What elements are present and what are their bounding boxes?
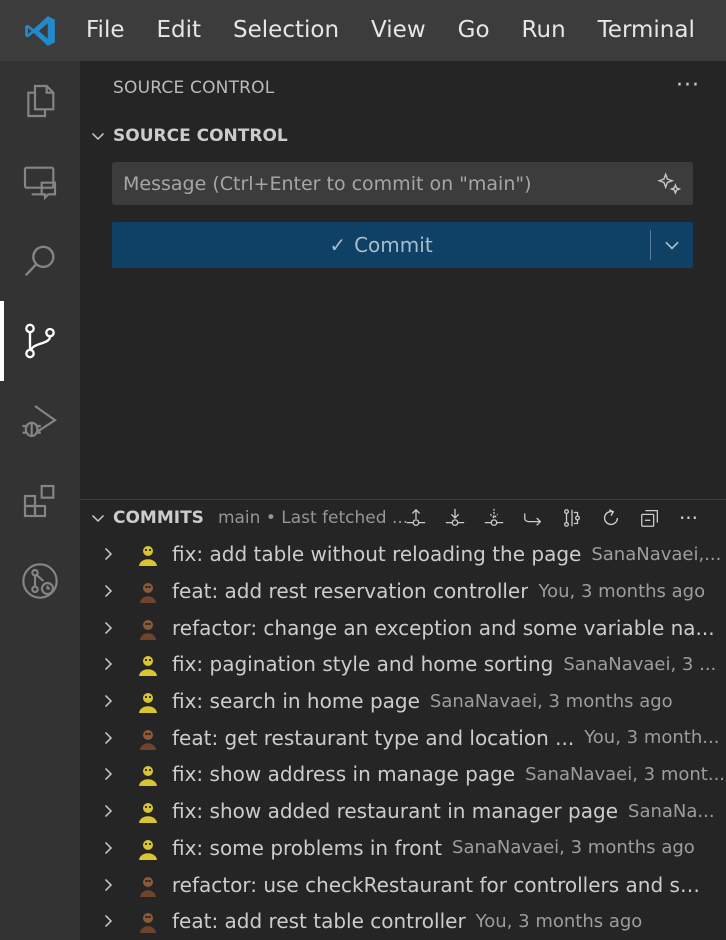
chevron-down-icon — [80, 510, 113, 526]
source-control-icon[interactable] — [0, 301, 80, 381]
run-debug-icon[interactable] — [0, 381, 80, 461]
chevron-right-icon[interactable] — [100, 766, 124, 782]
collapse-all-icon[interactable] — [630, 500, 669, 536]
commit-message: feat: get restaurant type and location .… — [172, 725, 575, 750]
more-actions-icon[interactable]: ··· — [669, 500, 708, 536]
chevron-right-icon[interactable] — [100, 840, 124, 856]
commit-message: fix: add table without reloading the pag… — [172, 542, 582, 567]
avatar — [136, 836, 160, 860]
commit-message: feat: add rest reservation controller — [172, 579, 529, 604]
avatar — [136, 616, 160, 640]
list-item[interactable]: fix: show added restaurant in manager pa… — [80, 793, 726, 830]
compare-branch-icon[interactable] — [552, 500, 591, 536]
commit-message: fix: search in home page — [172, 689, 420, 714]
chevron-right-icon[interactable] — [100, 583, 124, 599]
avatar — [136, 873, 160, 897]
scm-section-title: SOURCE CONTROL — [113, 126, 288, 146]
panel-title: SOURCE CONTROL — [113, 78, 275, 98]
list-item[interactable]: fix: search in home page SanaNavaei, 3 m… — [80, 683, 726, 720]
commit-message: refactor: change an exception and some v… — [172, 615, 715, 640]
chevron-down-icon — [80, 128, 113, 144]
commits-section-header[interactable]: COMMITS main • Last fetched ... ··· — [80, 500, 726, 536]
commit-message: fix: show address in manage page — [172, 762, 516, 787]
chevron-right-icon[interactable] — [100, 913, 124, 929]
commit-meta: SanaNavaei, 3 months ago — [452, 837, 695, 859]
commit-message-input[interactable] — [123, 172, 643, 195]
sparkle-icon[interactable] — [657, 171, 683, 201]
commits-section-description: main • Last fetched ... — [217, 508, 409, 528]
scm-section-header[interactable]: SOURCE CONTROL — [80, 118, 726, 154]
chevron-right-icon[interactable] — [100, 693, 124, 709]
commits-toolbar: ··· — [396, 500, 708, 536]
commit-meta: SanaNavaei, 3 mont... — [525, 763, 726, 785]
menu-go[interactable]: Go — [442, 0, 506, 61]
source-control-sidebar: SOURCE CONTROL ··· SOURCE CONTROL ✓ Comm… — [80, 61, 726, 940]
sync-forward-icon[interactable] — [513, 500, 552, 536]
chevron-down-icon — [665, 241, 679, 250]
commit-button[interactable]: ✓ Commit — [112, 222, 693, 268]
avatar — [136, 652, 160, 677]
commit-list: fix: add table without reloading the pag… — [80, 536, 726, 940]
list-item[interactable]: fix: add table without reloading the pag… — [80, 536, 726, 573]
push-icon[interactable] — [396, 500, 435, 536]
commit-message: refactor: use checkRestaurant for contro… — [171, 872, 716, 897]
commit-message-box[interactable] — [112, 162, 693, 205]
commit-meta: You, 3 months ago — [538, 580, 706, 602]
commit-meta: You, 3 month... — [584, 727, 720, 749]
list-item[interactable]: fix: pagination style and home sorting S… — [80, 646, 726, 683]
explorer-icon[interactable] — [0, 61, 80, 141]
avatar — [136, 799, 160, 824]
list-item[interactable]: fix: some problems in front SanaNavaei, … — [80, 830, 726, 867]
avatar — [136, 542, 160, 567]
commit-button-label: Commit — [354, 233, 433, 257]
commit-meta: You, 3 months ago — [475, 910, 643, 932]
chevron-right-icon[interactable] — [100, 803, 124, 819]
avatar — [136, 762, 160, 787]
check-icon: ✓ — [329, 233, 347, 257]
git-history-icon[interactable] — [0, 541, 80, 621]
menu-file[interactable]: File — [80, 0, 141, 61]
remote-explorer-icon[interactable] — [0, 141, 80, 221]
fetch-icon[interactable] — [474, 500, 513, 536]
commit-meta: SanaNavaei, 3 months ago — [429, 690, 673, 712]
avatar — [136, 689, 160, 714]
menu-view[interactable]: View — [355, 0, 442, 61]
commit-message: feat: add rest table controller — [172, 909, 466, 934]
list-item[interactable]: fix: show address in manage page SanaNav… — [80, 756, 726, 793]
menu-edit[interactable]: Edit — [141, 0, 218, 61]
search-icon[interactable] — [0, 221, 80, 301]
menu-terminal[interactable]: Terminal — [582, 0, 711, 61]
list-item[interactable]: feat: add rest table controller You, 3 m… — [80, 903, 726, 940]
avatar — [136, 909, 160, 934]
list-item[interactable]: feat: add rest reservation controller Yo… — [80, 573, 726, 610]
chevron-right-icon[interactable] — [100, 656, 124, 672]
menu-selection[interactable]: Selection — [217, 0, 355, 61]
extensions-icon[interactable] — [0, 461, 80, 541]
more-actions-icon[interactable]: ··· — [676, 73, 700, 98]
commit-message: fix: show added restaurant in manager pa… — [172, 799, 619, 824]
list-item[interactable]: refactor: use checkRestaurant for contro… — [80, 866, 726, 903]
list-item[interactable]: feat: get restaurant type and location .… — [80, 719, 726, 756]
vscode-logo-icon — [0, 0, 80, 61]
pull-icon[interactable] — [435, 500, 474, 536]
commit-meta: SanaNavaei, 3 ... — [563, 653, 717, 675]
title-bar: File Edit Selection View Go Run Terminal — [0, 0, 726, 61]
list-item[interactable]: refactor: change an exception and some v… — [80, 609, 726, 646]
commit-message: fix: pagination style and home sorting — [172, 652, 554, 677]
menu-run[interactable]: Run — [506, 0, 582, 61]
avatar — [136, 726, 160, 750]
commits-section-title: COMMITS — [113, 508, 204, 528]
chevron-right-icon[interactable] — [100, 877, 124, 893]
avatar — [136, 579, 160, 604]
refresh-icon[interactable] — [591, 500, 630, 536]
commit-dropdown-button[interactable] — [651, 222, 693, 268]
commit-meta: SanaNavaei,... — [591, 543, 722, 565]
chevron-right-icon[interactable] — [100, 730, 124, 746]
chevron-right-icon[interactable] — [100, 620, 124, 636]
commit-meta: SanaNa... — [628, 800, 715, 822]
chevron-right-icon[interactable] — [100, 546, 124, 562]
commit-main-button[interactable]: ✓ Commit — [112, 222, 650, 268]
commit-message: fix: some problems in front — [172, 835, 443, 860]
activity-bar — [0, 61, 80, 940]
